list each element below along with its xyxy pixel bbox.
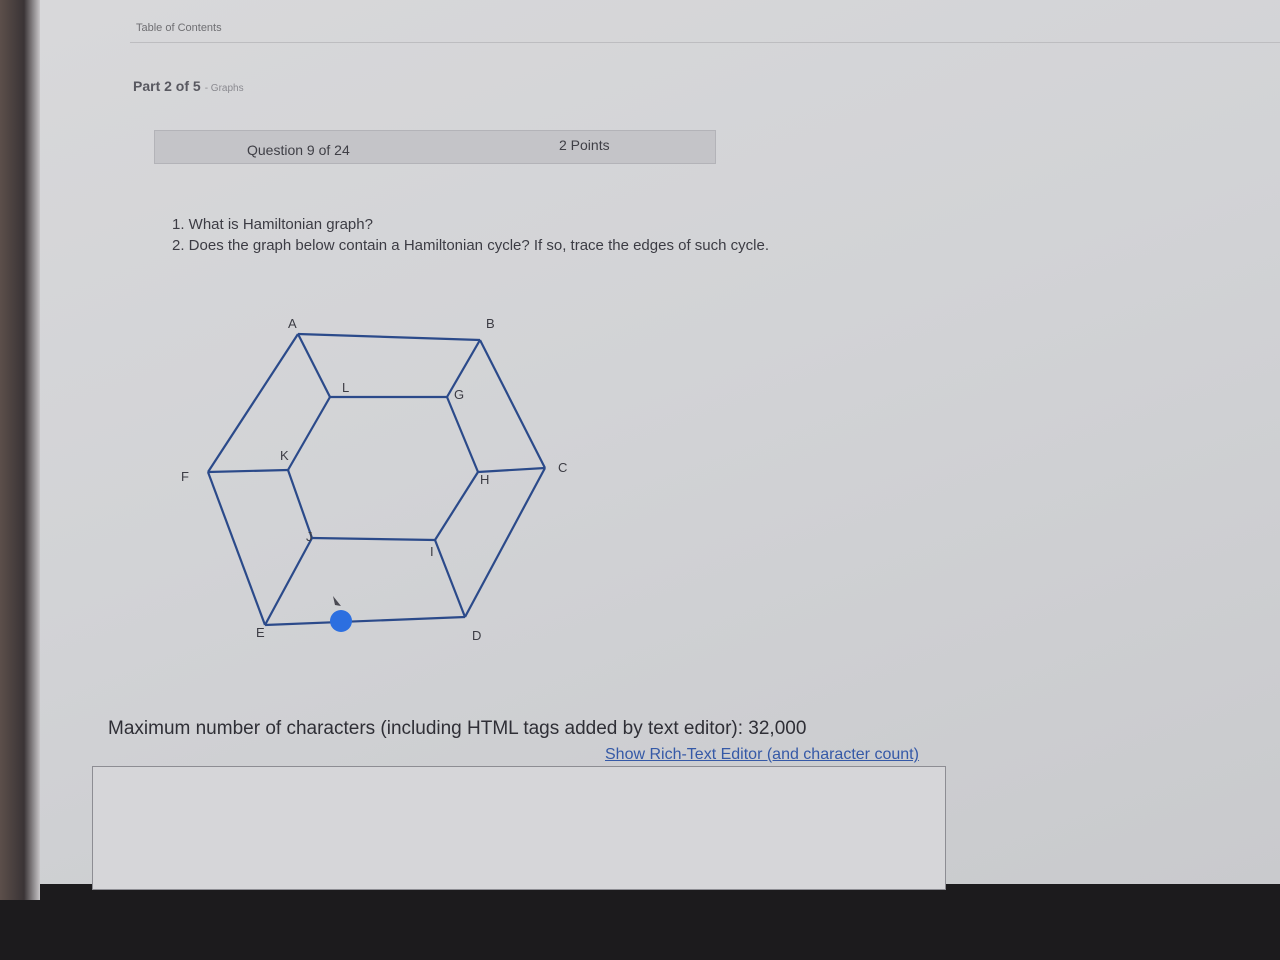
show-rich-text-editor-link[interactable]: Show Rich-Text Editor (and character cou…: [605, 746, 919, 764]
vertex-label-B: B: [486, 316, 495, 331]
part-subtitle: - Graphs: [204, 83, 244, 94]
graph-edge-F-K: [207, 468, 289, 474]
vertex-label-E: E: [256, 625, 265, 640]
graph-edge-H-I: [434, 471, 479, 541]
vertex-label-G: G: [454, 387, 464, 402]
graph-edge-G-H: [445, 396, 480, 473]
part-label: Part 2 of 5: [133, 78, 201, 94]
vertex-label-I: I: [430, 544, 434, 559]
graph-edge-A-L: [297, 333, 331, 398]
vertex-label-F: F: [181, 469, 189, 484]
graph-edge-I-J: [311, 536, 436, 542]
vertex-label-L: L: [342, 380, 349, 395]
question-item-2: 2. Does the graph below contain a Hamilt…: [172, 237, 769, 254]
vertex-label-K: K: [280, 448, 289, 463]
part-heading: Part 2 of 5- Graphs: [133, 78, 244, 94]
table-of-contents-link[interactable]: Table of Contents: [136, 22, 222, 34]
graph-edge-C-D: [464, 467, 546, 618]
graph-edge-D-I: [433, 539, 467, 618]
cursor-dot-icon: [330, 610, 352, 632]
vertex-label-J: J: [306, 529, 313, 544]
vertex-label-C: C: [558, 460, 567, 475]
graph-edge-K-L: [287, 396, 331, 471]
graph-edge-B-C: [479, 339, 546, 469]
vertex-label-H: H: [480, 472, 489, 487]
vertex-label-D: D: [472, 628, 481, 643]
max-characters-note: Maximum number of characters (including …: [108, 718, 807, 739]
graph-edge-D-E: [264, 615, 466, 627]
graph-edge-E-F: [206, 471, 267, 626]
answer-textarea[interactable]: [92, 766, 946, 890]
question-points: 2 Points: [559, 137, 610, 153]
device-bezel-left: [0, 0, 40, 900]
vertex-label-A: A: [288, 316, 297, 331]
question-number: Question 9 of 24: [247, 142, 350, 158]
graph-edges: [206, 332, 546, 627]
header-divider: [130, 42, 1280, 43]
hamiltonian-graph-diagram: A B C D E F G H I J K L: [181, 316, 567, 643]
question-header-bar: Question 9 of 24 2 Points: [154, 130, 716, 164]
graph-edge-A-B: [297, 332, 481, 342]
graph-edge-E-J: [264, 537, 313, 626]
graph-vertex-labels: A B C D E F G H I J K L: [181, 316, 567, 643]
mouse-cursor-icon: [330, 596, 352, 632]
question-item-1: 1. What is Hamiltonian graph?: [172, 216, 373, 233]
graph-edge-J-K: [286, 469, 314, 539]
question-list: 1. What is Hamiltonian graph? 2. Does th…: [172, 214, 769, 256]
